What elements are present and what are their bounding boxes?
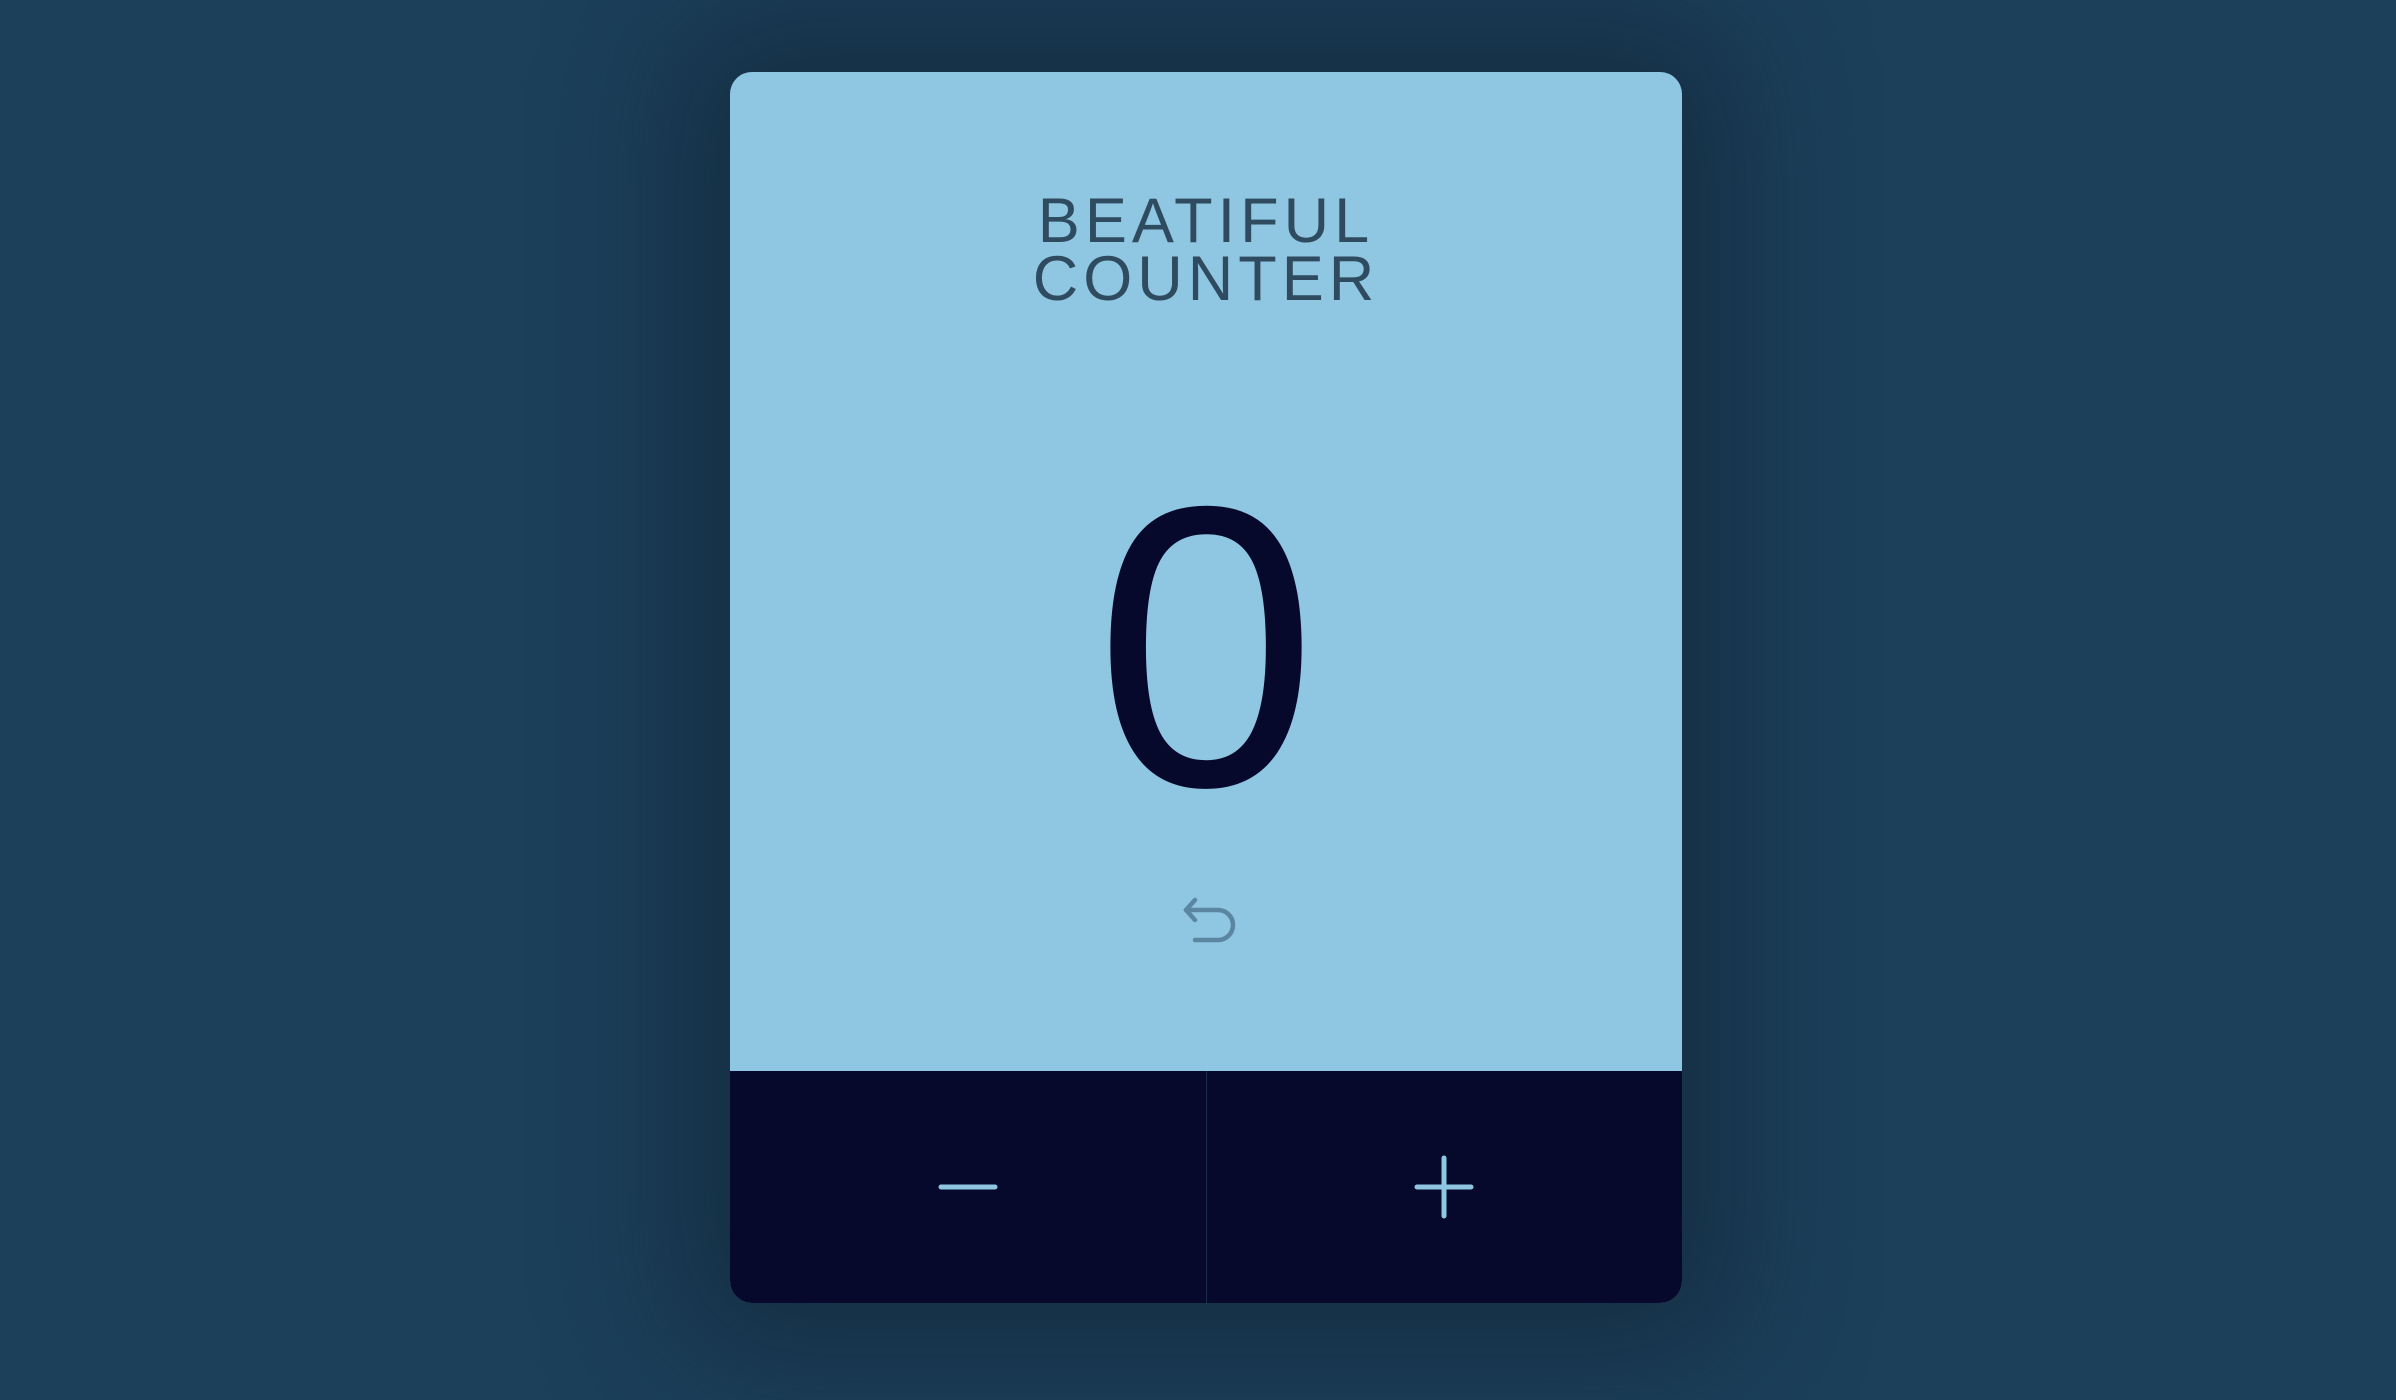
decrement-button[interactable]	[730, 1071, 1207, 1303]
counter-display: BEATIFUL COUNTER 0	[730, 72, 1682, 1071]
app-title-line-2: COUNTER	[1032, 244, 1380, 314]
counter-controls	[730, 1071, 1682, 1303]
counter-value: 0	[1094, 423, 1318, 870]
increment-button[interactable]	[1207, 1071, 1683, 1303]
undo-arrow-icon	[1183, 897, 1236, 943]
reset-button[interactable]	[1166, 886, 1246, 966]
plus-icon	[1414, 1155, 1474, 1219]
counter-card: BEATIFUL COUNTER 0	[730, 72, 1682, 1303]
app-title-line-1: BEATIFUL	[1037, 186, 1375, 256]
minus-icon	[938, 1184, 998, 1190]
page-background: BEATIFUL COUNTER 0	[0, 0, 2396, 1400]
app-title: BEATIFUL COUNTER	[730, 186, 1682, 314]
